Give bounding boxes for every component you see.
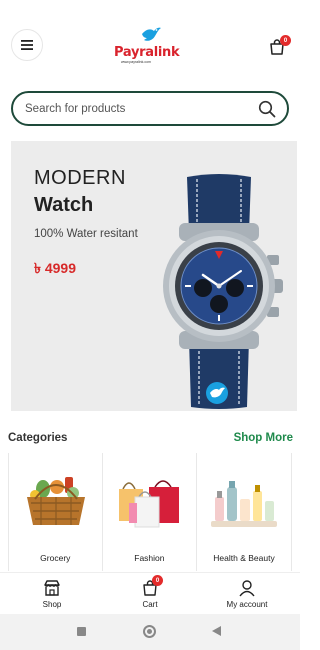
nav-shop-label: Shop bbox=[42, 600, 62, 609]
categories-title: Categories bbox=[8, 432, 68, 444]
hamburger-icon bbox=[21, 40, 33, 50]
bird-logo-icon bbox=[142, 27, 161, 41]
categories-header: Categories Shop More bbox=[0, 432, 300, 450]
shopping-bags-image bbox=[118, 480, 179, 528]
nav-account-label: My account bbox=[226, 600, 268, 609]
category-card-fashion[interactable]: Fashion bbox=[102, 453, 198, 571]
logo-text: Payralink bbox=[114, 45, 180, 60]
category-label: Health & Beauty bbox=[213, 553, 275, 563]
logo-tagline: www.payralink.com bbox=[121, 60, 151, 64]
store-icon bbox=[43, 579, 61, 597]
banner-description: 100% Water resitant bbox=[34, 228, 138, 240]
header: Payralink www.payralink.com 0 bbox=[0, 0, 300, 84]
recent-apps-icon[interactable] bbox=[77, 627, 86, 636]
menu-button[interactable] bbox=[11, 29, 43, 61]
nav-shop[interactable]: Shop bbox=[17, 579, 87, 609]
bottom-navigation: Shop 0 Cart My account bbox=[0, 572, 300, 614]
back-icon[interactable] bbox=[212, 626, 221, 636]
home-icon[interactable] bbox=[143, 625, 156, 638]
promo-banner[interactable]: MODERN Watch 100% Water resitant ৳ 4999 bbox=[11, 141, 297, 411]
shop-more-link[interactable]: Shop More bbox=[234, 432, 293, 444]
banner-price: ৳ 4999 bbox=[34, 260, 77, 276]
nav-cart[interactable]: 0 Cart bbox=[115, 575, 185, 609]
banner-subtitle: Watch bbox=[34, 194, 94, 216]
search-input[interactable] bbox=[25, 101, 125, 117]
grocery-basket-image bbox=[27, 477, 85, 525]
cart-bag-icon: 0 bbox=[141, 575, 163, 597]
search-bar bbox=[11, 91, 289, 126]
category-card-health-beauty[interactable]: Health & Beauty bbox=[197, 453, 292, 571]
system-navigation-bar bbox=[0, 614, 300, 650]
watch-product-image bbox=[163, 174, 283, 409]
category-label: Grocery bbox=[40, 553, 71, 563]
categories-list: Grocery Fashion Health & Beauty bbox=[8, 453, 292, 571]
category-card-grocery[interactable]: Grocery bbox=[8, 453, 103, 571]
banner-title: MODERN bbox=[34, 167, 126, 189]
search-icon[interactable] bbox=[258, 100, 276, 118]
nav-cart-label: Cart bbox=[142, 600, 158, 609]
app-root: Payralink www.payralink.com 0 MODERN Wat… bbox=[0, 0, 300, 650]
user-icon bbox=[238, 579, 256, 597]
brand-logo[interactable]: Payralink www.payralink.com bbox=[112, 25, 188, 65]
nav-account[interactable]: My account bbox=[212, 579, 282, 609]
header-cart-button[interactable]: 0 bbox=[268, 35, 291, 57]
category-label: Fashion bbox=[134, 553, 165, 563]
nav-cart-badge: 0 bbox=[152, 575, 163, 586]
cart-count-badge: 0 bbox=[280, 35, 291, 46]
cosmetics-image bbox=[211, 481, 278, 527]
